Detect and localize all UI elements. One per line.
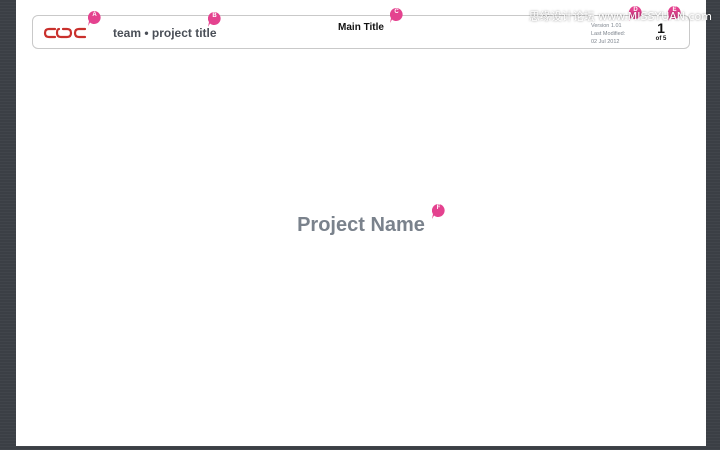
watermark: 思缘设计论坛 www.MISSYUAN.com [528, 10, 712, 23]
marker-a-label: A [92, 12, 97, 18]
project-name: Project Name [297, 214, 425, 236]
last-modified-label: Last Modified: [591, 31, 626, 37]
marker-c-icon: C [390, 8, 403, 23]
last-modified-date: 02 Jul 2012 [591, 39, 620, 45]
page-canvas: team • project title Main Title Version … [16, 0, 706, 446]
marker-b-label: B [212, 13, 217, 19]
marker-f-label: F [436, 205, 441, 211]
marker-c-label: C [394, 9, 399, 15]
page-number: 1 of 5 [647, 21, 675, 43]
marker-a-icon: A [88, 11, 101, 26]
page-total: of 5 [655, 36, 667, 42]
marker-b-icon: B [208, 12, 221, 27]
marker-f-icon: F [432, 204, 445, 219]
version-info: Version 1.01 Last Modified: 02 Jul 2012 [591, 22, 625, 46]
